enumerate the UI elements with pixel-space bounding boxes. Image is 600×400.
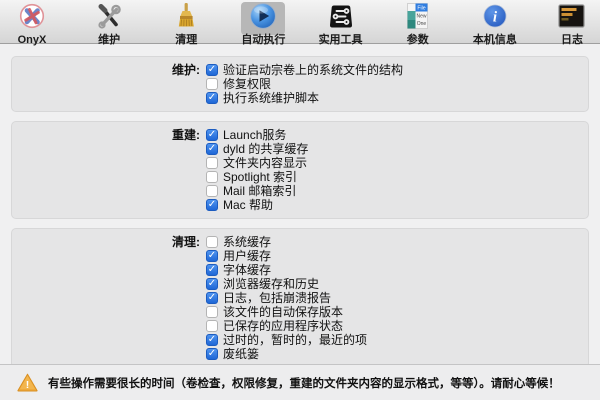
checkbox-row: ✓ 用户缓存 xyxy=(206,249,367,263)
checkbox-row: ✓ 废纸篓 xyxy=(206,347,367,361)
checkbox-label[interactable]: Spotlight 索引 xyxy=(223,170,297,184)
toolbar-item-maintenance[interactable]: 维护 xyxy=(87,2,131,46)
toolbar-item-automation[interactable]: 自动执行 xyxy=(241,2,285,46)
checkbox[interactable]: ✓ xyxy=(206,292,218,304)
checkbox[interactable] xyxy=(206,236,218,248)
checkbox-label[interactable]: 修复权限 xyxy=(223,77,271,91)
checkbox-row: Mail 邮箱索引 xyxy=(206,184,308,198)
checkbox[interactable]: ✓ xyxy=(206,348,218,360)
toolbar-item-utilities[interactable]: 实用工具 xyxy=(319,2,363,46)
onyx-window: OnyX 维护 清理 自动执行 实用工具 File New One 参数 i 本… xyxy=(0,0,600,400)
section-rows: ✓ 验证启动宗卷上的系统文件的结构修复权限 ✓ 执行系统维护脚本 xyxy=(206,63,403,105)
play-button-icon xyxy=(249,2,277,35)
checkbox-row: ✓ 执行系统维护脚本 xyxy=(206,91,403,105)
checkbox-label[interactable]: 字体缓存 xyxy=(223,263,271,277)
svg-text:File: File xyxy=(418,6,426,12)
checkbox[interactable] xyxy=(206,171,218,183)
checkbox-row: ✓ 浏览器缓存和历史 xyxy=(206,277,367,291)
checkbox-row: 该文件的自动保存版本 xyxy=(206,305,367,319)
toolbar-item-info[interactable]: i 本机信息 xyxy=(473,2,517,46)
toolbar-item-onyx[interactable]: OnyX xyxy=(10,2,54,46)
checkbox-label[interactable]: 浏览器缓存和历史 xyxy=(223,277,319,291)
checkbox[interactable] xyxy=(206,78,218,90)
section-cleaning: 清理: 系统缓存 ✓ 用户缓存 ✓ 字体缓存 ✓ 浏览器缓存和历史 ✓ 日志，包括崩溃报告该文件的… xyxy=(11,228,589,364)
checkbox-label[interactable]: 系统缓存 xyxy=(223,235,271,249)
checkbox-label[interactable]: 用户缓存 xyxy=(223,249,271,263)
checkbox-row: ✓ dyld 的共享缓存 xyxy=(206,142,308,156)
checkbox-row: 已保存的应用程序状态 xyxy=(206,319,367,333)
toolbar-item-parameters[interactable]: File New One 参数 xyxy=(396,2,440,46)
broom-icon xyxy=(174,2,198,35)
main-content: 维护:✓验证启动宗卷上的系统文件的结构修复权限✓执行系统维护脚本重建:✓Laun… xyxy=(0,44,600,364)
checkbox-label[interactable]: 文件夹内容显示 xyxy=(223,156,307,170)
section-label: 重建: xyxy=(22,128,206,212)
checkbox-label[interactable]: 该文件的自动保存版本 xyxy=(223,305,343,319)
section-rows: ✓Launch服务✓dyld 的共享缓存文件夹内容显示Spotlight 索引M… xyxy=(206,128,308,212)
checkbox-row: ✓ 字体缓存 xyxy=(206,263,367,277)
checkbox-label[interactable]: Mac 帮助 xyxy=(223,198,273,212)
checkbox-row: 系统缓存 xyxy=(206,235,367,249)
checkbox[interactable]: ✓ xyxy=(206,143,218,155)
section-label: 维护: xyxy=(22,63,206,105)
checkbox-row: 修复权限 xyxy=(206,77,403,91)
footer-warning-bar: ! 有些操作需要很长的时间（卷检查，权限修复，重建的文件夹内容的显示格式，等等）… xyxy=(0,364,600,400)
checkbox[interactable]: ✓ xyxy=(206,129,218,141)
svg-text:!: ! xyxy=(26,379,30,391)
menu-file-icon: File New One xyxy=(406,2,429,35)
checkbox[interactable] xyxy=(206,320,218,332)
checkbox-label[interactable]: Mail 邮箱索引 xyxy=(223,184,296,198)
checkbox[interactable]: ✓ xyxy=(206,92,218,104)
checkbox-label[interactable]: 执行系统维护脚本 xyxy=(223,91,319,105)
svg-text:New: New xyxy=(417,14,427,20)
checkbox[interactable]: ✓ xyxy=(206,264,218,276)
checkbox-label[interactable]: 过时的，暂时的，最近的项 xyxy=(223,333,367,347)
checkbox-row: ✓ Mac 帮助 xyxy=(206,198,308,212)
checkbox-row: ✓ 日志，包括崩溃报告 xyxy=(206,291,367,305)
wrench-screwdriver-icon xyxy=(96,3,122,35)
section-maintenance: 维护:✓ 验证启动宗卷上的系统文件的结构修复权限 ✓ 执行系统维护脚本 xyxy=(11,56,589,112)
checkbox[interactable] xyxy=(206,185,218,197)
checkbox-row: ✓ Launch服务 xyxy=(206,128,308,142)
checkbox-label[interactable]: 已保存的应用程序状态 xyxy=(223,319,343,333)
checkbox-label[interactable]: 废纸篓 xyxy=(223,347,259,361)
checkbox[interactable]: ✓ xyxy=(206,278,218,290)
checkbox-row: ✓ 过时的，暂时的，最近的项 xyxy=(206,333,367,347)
checkbox-row: ✓ 验证启动宗卷上的系统文件的结构 xyxy=(206,63,403,77)
svg-text:One: One xyxy=(417,21,427,27)
section-rebuilding: 重建:✓ Launch服务 ✓ dyld 的共享缓存文件夹内容显示Spotlight … xyxy=(11,121,589,219)
checkbox-label[interactable]: 日志，包括崩溃报告 xyxy=(223,291,331,305)
section-label: 清理: xyxy=(22,235,206,361)
checkbox[interactable] xyxy=(206,306,218,318)
checkbox-label[interactable]: 验证启动宗卷上的系统文件的结构 xyxy=(223,63,403,77)
section-rows: 系统缓存 ✓ 用户缓存 ✓ 字体缓存 ✓ 浏览器缓存和历史 ✓ 日志，包括崩溃报告该文件的自动保… xyxy=(206,235,367,361)
warning-text: 有些操作需要很长的时间（卷检查，权限修复，重建的文件夹内容的显示格式，等等）。请… xyxy=(48,375,560,391)
checkbox-row: Spotlight 索引 xyxy=(206,170,308,184)
checkbox[interactable] xyxy=(206,157,218,169)
checkbox-label[interactable]: dyld 的共享缓存 xyxy=(223,142,308,156)
checkbox[interactable]: ✓ xyxy=(206,250,218,262)
toolbar-item-cleaning[interactable]: 清理 xyxy=(164,2,208,46)
toolbar-item-logs[interactable]: 日志 xyxy=(550,2,594,46)
checkbox-row: 文件夹内容显示 xyxy=(206,156,308,170)
console-log-icon xyxy=(558,4,585,33)
checkbox-label[interactable]: Launch服务 xyxy=(223,128,286,142)
toolbox-icon xyxy=(327,3,355,35)
toolbar: OnyX 维护 清理 自动执行 实用工具 File New One 参数 i 本… xyxy=(0,0,600,44)
checkbox[interactable]: ✓ xyxy=(206,334,218,346)
info-circle-icon: i xyxy=(482,3,508,34)
checkbox[interactable]: ✓ xyxy=(206,199,218,211)
checkbox[interactable]: ✓ xyxy=(206,64,218,76)
onyx-logo-icon xyxy=(19,3,45,34)
warning-triangle-icon: ! xyxy=(17,373,38,392)
